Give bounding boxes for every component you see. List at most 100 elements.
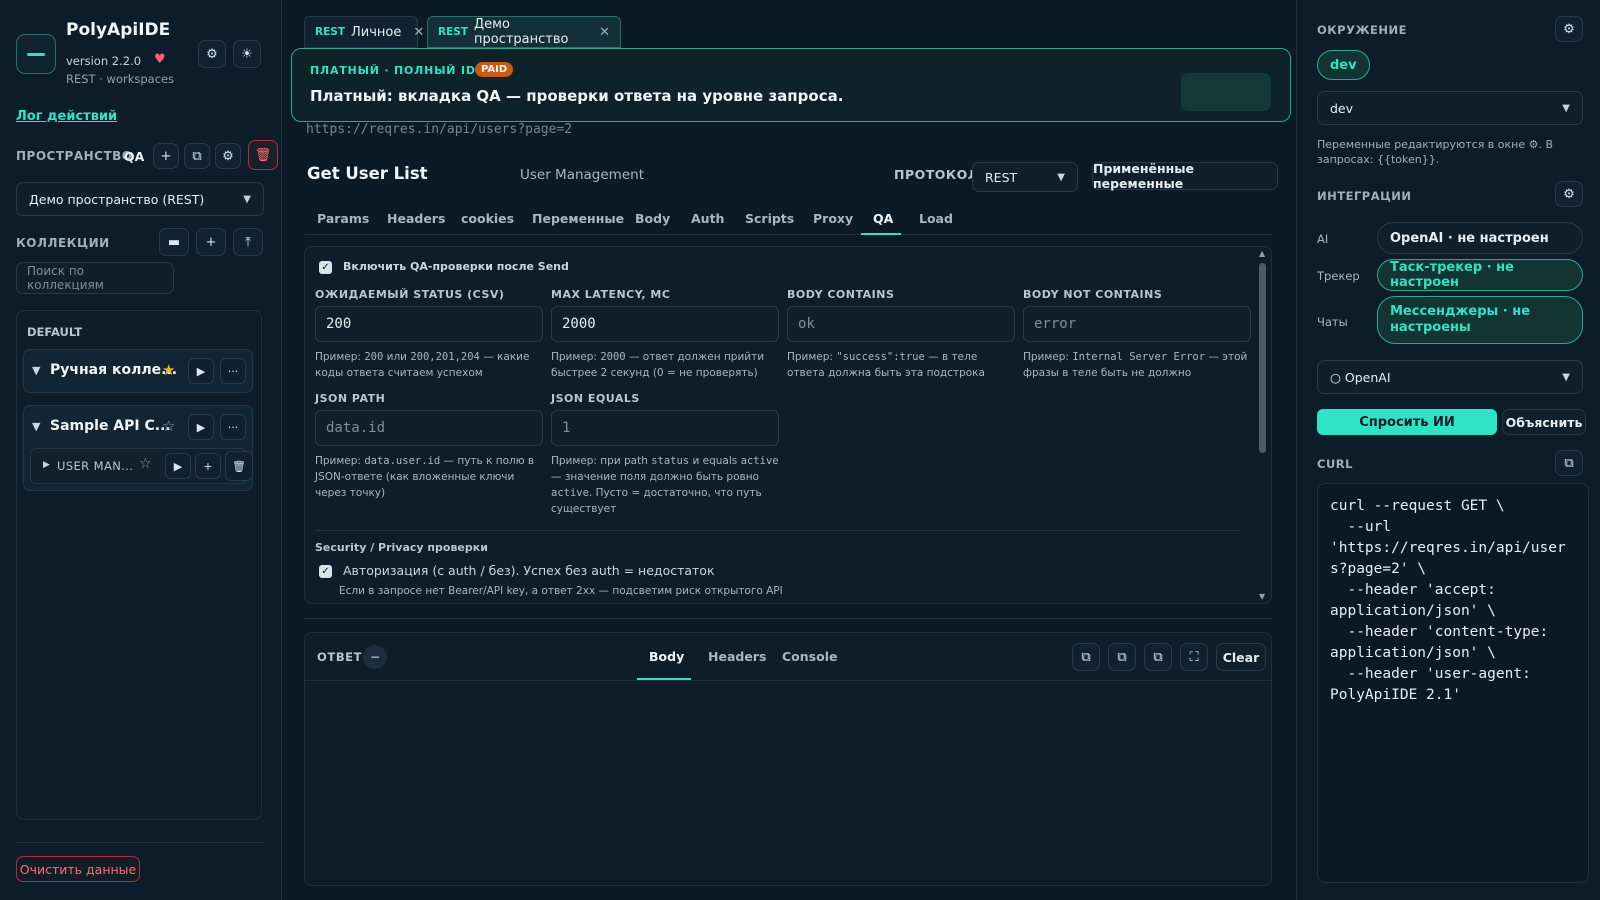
copy-curl-icon[interactable]: ⧉	[1555, 450, 1583, 476]
collection-item[interactable]: ▼ Ручная колле... ★ ▶ ···	[23, 349, 253, 393]
json-path-help: Пример: data.user.id — путь к полю в JSO…	[315, 455, 535, 499]
auth-check-checkbox[interactable]: ✓	[319, 565, 332, 578]
star-outline-icon[interactable]: ☆	[162, 417, 175, 435]
add-space-button[interactable]: +	[153, 143, 179, 169]
json-equals-help: Пример: при path status и equals active …	[551, 455, 779, 515]
status-input[interactable]: 200	[315, 306, 543, 342]
tab-personal[interactable]: REST Личное ✕	[304, 16, 424, 48]
curl-code[interactable]: curl --request GET \ --url 'https://reqr…	[1317, 483, 1589, 883]
more-menu-icon[interactable]: ···	[220, 358, 246, 384]
delete-space-icon[interactable]: 🗑	[248, 140, 278, 170]
delete-folder-icon[interactable]: 🗑	[225, 451, 253, 481]
space-settings-icon[interactable]: ⚙	[215, 143, 241, 169]
clear-data-button[interactable]: Очистить данные	[16, 856, 140, 882]
latency-label: MAX LATENCY, МС	[551, 288, 671, 301]
scroll-down-icon[interactable]: ▼	[1259, 592, 1265, 601]
env-pill[interactable]: dev	[1317, 50, 1370, 80]
heart-icon[interactable]: ♥	[154, 52, 166, 67]
subtab-cookies[interactable]: cookies	[461, 211, 514, 226]
star-filled-icon[interactable]: ★	[162, 361, 175, 379]
json-equals-label: JSON EQUALS	[551, 392, 640, 405]
tab-label: Личное	[350, 24, 402, 40]
send-button-obscured[interactable]	[1181, 73, 1271, 111]
expand-triangle-icon[interactable]: ▶	[43, 460, 50, 470]
space-select[interactable]: Демо пространство (REST) ▼	[16, 182, 264, 216]
integrations-settings-icon[interactable]: ⚙	[1555, 181, 1583, 207]
auth-check-label: Авторизация (с auth / без). Успех без au…	[343, 563, 715, 578]
subtab-load[interactable]: Load	[919, 211, 953, 226]
subtab-auth[interactable]: Auth	[691, 211, 724, 226]
response-tab-body[interactable]: Body	[649, 649, 684, 664]
subtab-body[interactable]: Body	[635, 211, 670, 226]
integration-ai-label: AI	[1317, 232, 1329, 246]
integration-ai-pill[interactable]: OpenAI · не настроен	[1377, 222, 1583, 254]
run-collection-icon[interactable]: ▶	[188, 358, 214, 384]
response-tab-headers[interactable]: Headers	[708, 649, 766, 664]
body-contains-input[interactable]: ok	[787, 306, 1015, 342]
body-contains-help: Пример: "success":true — в теле ответа д…	[787, 351, 985, 379]
url-input[interactable]: https://reqres.in/api/users?page=2	[306, 122, 572, 137]
add-collection-button[interactable]: +	[196, 228, 226, 256]
folder-icon[interactable]: ▬	[159, 228, 189, 256]
tab-demo-space[interactable]: REST Демо пространство ✕	[427, 16, 621, 48]
env-select[interactable]: dev ▼	[1317, 91, 1583, 125]
subtab-variables[interactable]: Переменные	[532, 211, 624, 226]
integration-chats-label: Чаты	[1317, 315, 1348, 329]
active-response-tab-underline	[637, 678, 691, 680]
body-not-contains-input[interactable]: error	[1023, 306, 1251, 342]
qa-scrollbar[interactable]: ▲ ▼	[1257, 249, 1269, 601]
app-root: PolyApiIDE version 2.2.0 ♥ REST · worksp…	[0, 0, 1600, 900]
fullscreen-icon[interactable]: ⛶	[1180, 643, 1208, 671]
scroll-thumb[interactable]	[1259, 263, 1266, 453]
enable-qa-checkbox[interactable]: ✓	[319, 261, 332, 274]
collection-search-input[interactable]: Поиск по коллекциям	[16, 262, 174, 294]
ask-ai-button[interactable]: Спросить ИИ	[1317, 409, 1497, 435]
applied-variables-button[interactable]: Применённые переменные	[1092, 161, 1278, 191]
json-equals-input[interactable]: 1	[551, 410, 779, 446]
explain-button[interactable]: Объяснить	[1502, 409, 1586, 435]
clear-response-button[interactable]: Clear	[1216, 643, 1266, 671]
copy-headers-icon[interactable]: ⧉	[1108, 643, 1136, 671]
action-log-link[interactable]: Лог действий	[16, 109, 117, 124]
collapse-triangle-icon[interactable]: ▼	[32, 420, 40, 433]
subtab-scripts[interactable]: Scripts	[745, 211, 794, 226]
more-menu-icon[interactable]: ···	[220, 414, 246, 440]
banner-message: Платный: вкладка QA — проверки ответа на…	[310, 87, 844, 105]
collection-item[interactable]: ▼ Sample API C... ☆ ▶ ··· ▶ USER MAN... …	[23, 405, 253, 491]
integration-tracker-pill[interactable]: Таск-трекер · не настроен	[1377, 259, 1583, 291]
close-icon[interactable]: ✕	[413, 25, 424, 40]
settings-gear-icon[interactable]: ⚙	[198, 40, 226, 68]
folder-item[interactable]: ▶ USER MAN... ☆ ▶ + 🗑	[30, 448, 253, 484]
subtab-qa[interactable]: QA	[873, 211, 893, 226]
status-help: Пример: 200 или 200,201,204 — какие коды…	[315, 351, 530, 379]
copy-icon[interactable]: ⧉	[1072, 643, 1100, 671]
collapse-triangle-icon[interactable]: ▼	[32, 364, 40, 377]
add-request-button[interactable]: +	[195, 453, 221, 479]
run-collection-icon[interactable]: ▶	[188, 414, 214, 440]
space-label: ПРОСТРАНСТВО	[16, 149, 133, 163]
ai-provider-select[interactable]: ○ OpenAI ▼	[1317, 360, 1583, 394]
theme-toggle-icon[interactable]: ☀	[233, 40, 261, 68]
upload-icon[interactable]: ⤒	[233, 228, 263, 256]
collection-name: Sample API C...	[50, 418, 171, 434]
copy-space-icon[interactable]: ⧉	[184, 143, 210, 169]
subtab-headers[interactable]: Headers	[387, 211, 445, 226]
integration-chats-pill[interactable]: Мессенджеры · не настроены	[1377, 296, 1583, 344]
status-label: ОЖИДАЕМЫЙ STATUS (CSV)	[315, 288, 505, 301]
json-path-input[interactable]: data.id	[315, 410, 543, 446]
request-title[interactable]: Get User List	[307, 164, 428, 183]
run-folder-icon[interactable]: ▶	[165, 453, 191, 479]
scroll-up-icon[interactable]: ▲	[1259, 249, 1265, 258]
protocol-select[interactable]: REST ▼	[972, 162, 1078, 192]
latency-input[interactable]: 2000	[551, 306, 779, 342]
tab-label: Демо пространство	[473, 17, 569, 47]
collapse-minus-icon[interactable]: −	[363, 645, 387, 669]
subtab-proxy[interactable]: Proxy	[813, 211, 853, 226]
response-tab-console[interactable]: Console	[782, 649, 837, 664]
subtab-params[interactable]: Params	[317, 211, 369, 226]
close-icon[interactable]: ✕	[599, 25, 610, 40]
environment-settings-icon[interactable]: ⚙	[1555, 16, 1583, 42]
star-outline-icon[interactable]: ☆	[139, 456, 152, 472]
latency-help: Пример: 2000 — ответ должен прийти быстр…	[551, 351, 765, 379]
copy-all-icon[interactable]: ⧉	[1144, 643, 1172, 671]
